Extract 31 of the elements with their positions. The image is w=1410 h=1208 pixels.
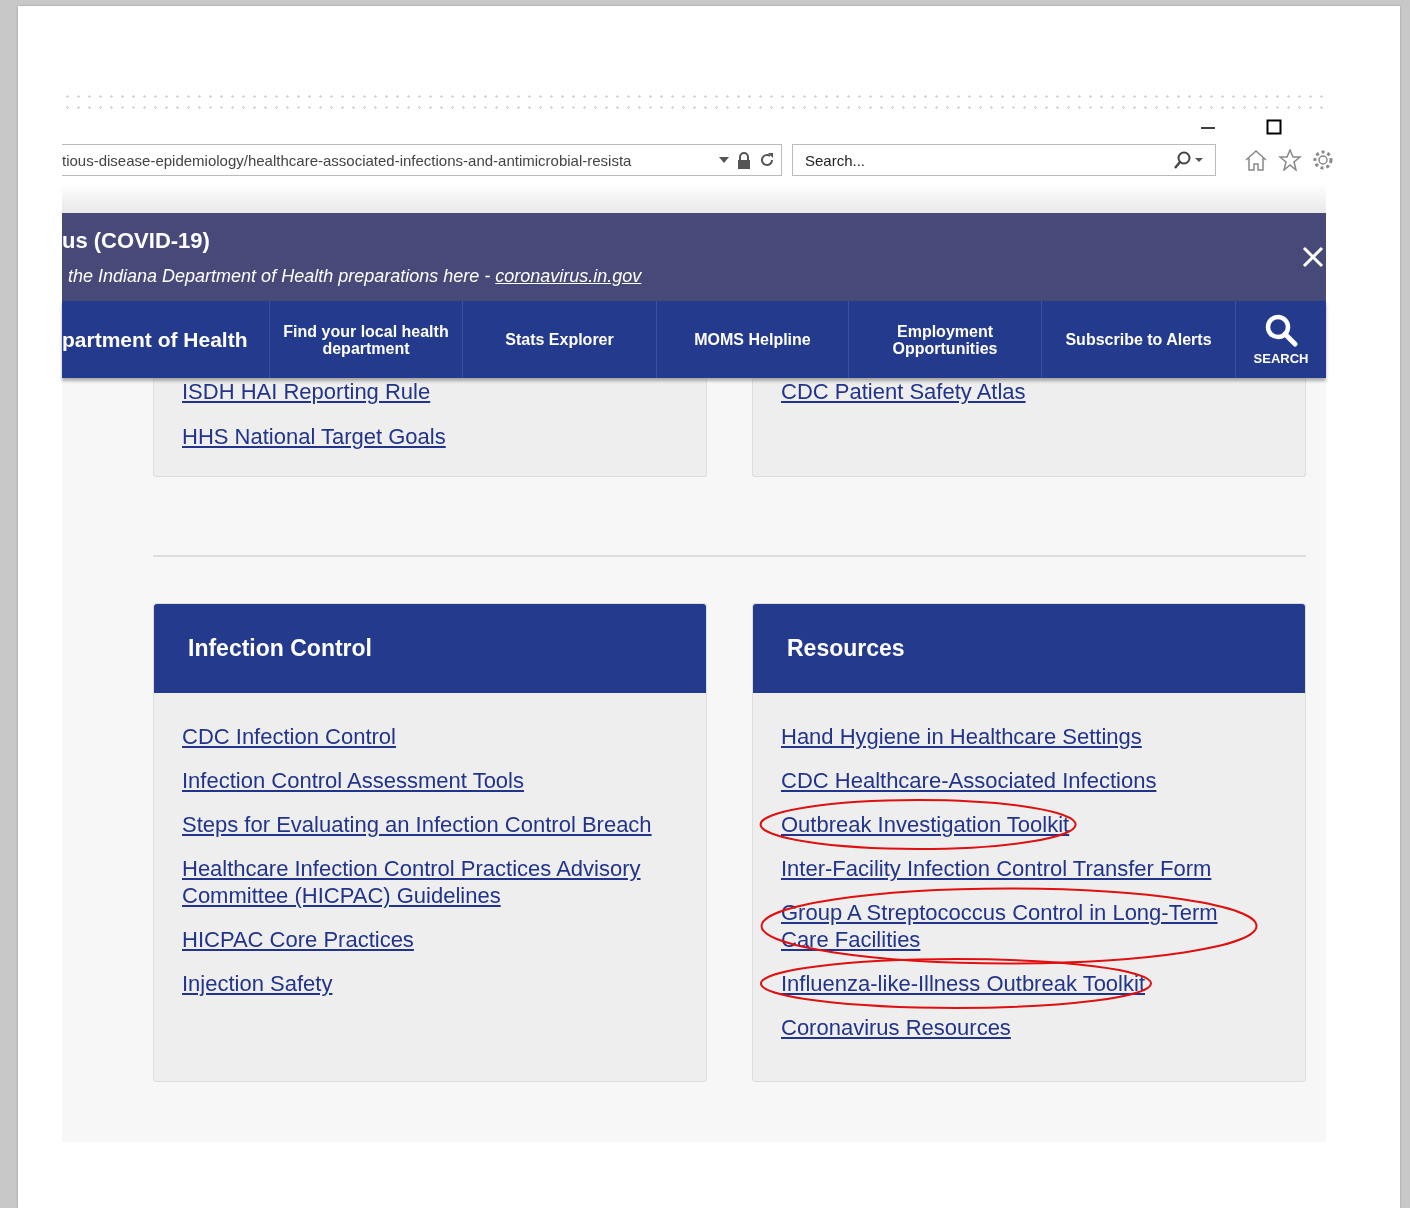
resource-link[interactable]: Coronavirus Resources: [781, 1014, 1011, 1041]
resource-link[interactable]: Hand Hygiene in Healthcare Settings: [781, 723, 1142, 750]
resource-link[interactable]: HHS National Target Goals: [182, 423, 652, 450]
refresh-icon[interactable]: [759, 152, 775, 168]
close-button[interactable]: [1302, 246, 1324, 268]
address-bar[interactable]: tious-disease-epidemiology/healthcare-associated-infections-and-antimicrobial-resista: [62, 144, 782, 176]
alert-text: the Indiana Department of Health preparations here - coronavirus.in.gov: [67, 265, 643, 287]
settings-icon[interactable]: [1312, 149, 1334, 171]
star-icon[interactable]: [1278, 149, 1302, 171]
caret-icon[interactable]: [719, 157, 729, 163]
resource-link[interactable]: HICPAC Core Practices: [182, 926, 414, 953]
search-icon[interactable]: [1264, 313, 1298, 347]
resource-link[interactable]: Inter-Facility Infection Control Transfer Form: [781, 855, 1212, 882]
alert-title: us (COVID-19): [62, 227, 211, 254]
resource-link[interactable]: CDC Infection Control: [182, 723, 396, 750]
search-button[interactable]: SEARCH: [1236, 301, 1326, 378]
resource-link[interactable]: Injection Safety: [182, 970, 333, 997]
search-bar[interactable]: Search...: [792, 144, 1216, 176]
resource-link[interactable]: Infection Control Assessment Tools: [182, 767, 524, 794]
resource-link[interactable]: Healthcare Infection Control Practices Advisory Committee (HICPAC) Guidelines: [182, 855, 652, 909]
maximize-icon[interactable]: [1266, 119, 1282, 135]
lock-icon: [737, 151, 751, 169]
resource-link[interactable]: CDC Patient Safety Atlas: [781, 378, 1251, 405]
section-title: Infection Control: [188, 635, 372, 662]
resource-link[interactable]: CDC Healthcare-Associated Infections: [781, 767, 1157, 794]
search-icon[interactable]: [1173, 151, 1205, 169]
resource-link[interactable]: ISDH HAI Reporting Rule: [182, 378, 652, 405]
home-icon[interactable]: [1244, 149, 1268, 171]
section-title: Resources: [787, 635, 905, 662]
alert-link[interactable]: coronavirus.in.gov: [495, 265, 642, 286]
resource-link[interactable]: Steps for Evaluating an Infection Control Breach: [182, 811, 652, 838]
